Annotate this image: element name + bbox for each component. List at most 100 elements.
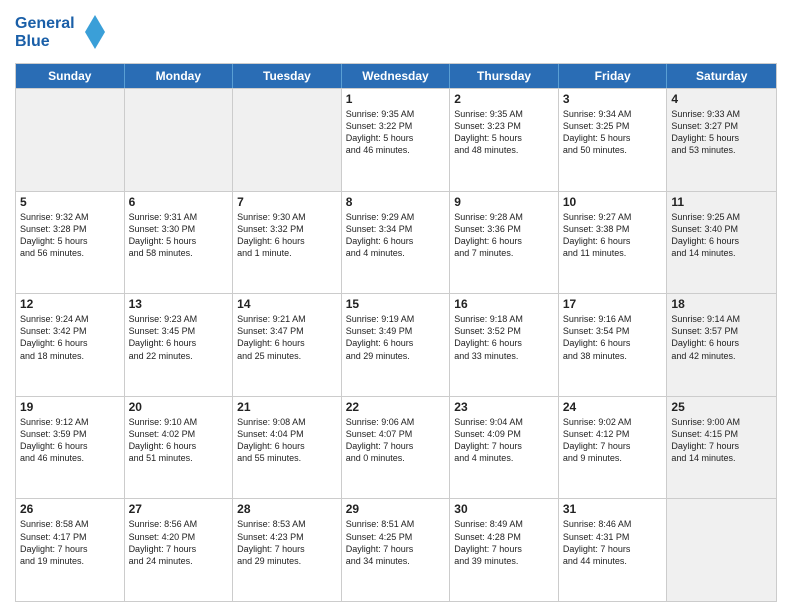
day-number: 27 [129,502,229,516]
day-info: Sunrise: 9:06 AM Sunset: 4:07 PM Dayligh… [346,416,446,465]
generalblue-logo: General Blue [15,10,105,55]
weekday-header: Tuesday [233,64,342,88]
day-info: Sunrise: 9:28 AM Sunset: 3:36 PM Dayligh… [454,211,554,260]
calendar-cell: 17 Sunrise: 9:16 AM Sunset: 3:54 PM Dayli… [559,294,668,396]
day-info: Sunrise: 9:35 AM Sunset: 3:23 PM Dayligh… [454,108,554,157]
day-info: Sunrise: 9:21 AM Sunset: 3:47 PM Dayligh… [237,313,337,362]
day-number: 31 [563,502,663,516]
calendar-cell: 30 Sunrise: 8:49 AM Sunset: 4:28 PM Dayli… [450,499,559,601]
day-info: Sunrise: 9:19 AM Sunset: 3:49 PM Dayligh… [346,313,446,362]
weekday-header: Friday [559,64,668,88]
day-info: Sunrise: 8:53 AM Sunset: 4:23 PM Dayligh… [237,518,337,567]
calendar-cell: 2 Sunrise: 9:35 AM Sunset: 3:23 PM Daylig… [450,89,559,191]
calendar-cell: 1 Sunrise: 9:35 AM Sunset: 3:22 PM Daylig… [342,89,451,191]
day-number: 9 [454,195,554,209]
calendar-cell: 20 Sunrise: 9:10 AM Sunset: 4:02 PM Dayli… [125,397,234,499]
day-info: Sunrise: 9:04 AM Sunset: 4:09 PM Dayligh… [454,416,554,465]
day-info: Sunrise: 8:51 AM Sunset: 4:25 PM Dayligh… [346,518,446,567]
calendar-header: SundayMondayTuesdayWednesdayThursdayFrid… [16,64,776,88]
day-info: Sunrise: 9:12 AM Sunset: 3:59 PM Dayligh… [20,416,120,465]
calendar-cell: 27 Sunrise: 8:56 AM Sunset: 4:20 PM Dayli… [125,499,234,601]
day-info: Sunrise: 8:49 AM Sunset: 4:28 PM Dayligh… [454,518,554,567]
day-number: 29 [346,502,446,516]
svg-text:Blue: Blue [15,33,50,50]
weekday-header: Wednesday [342,64,451,88]
day-info: Sunrise: 9:33 AM Sunset: 3:27 PM Dayligh… [671,108,772,157]
day-number: 19 [20,400,120,414]
day-info: Sunrise: 9:10 AM Sunset: 4:02 PM Dayligh… [129,416,229,465]
day-info: Sunrise: 8:58 AM Sunset: 4:17 PM Dayligh… [20,518,120,567]
calendar-row: 12Sunrise: 9:24 AM Sunset: 3:42 PM Dayli… [16,293,776,396]
day-info: Sunrise: 9:14 AM Sunset: 3:57 PM Dayligh… [671,313,772,362]
calendar-cell: 15 Sunrise: 9:19 AM Sunset: 3:49 PM Dayli… [342,294,451,396]
day-number: 11 [671,195,772,209]
day-number: 17 [563,297,663,311]
calendar-cell: 29 Sunrise: 8:51 AM Sunset: 4:25 PM Dayli… [342,499,451,601]
day-number: 20 [129,400,229,414]
day-info: Sunrise: 9:34 AM Sunset: 3:25 PM Dayligh… [563,108,663,157]
calendar-cell: 25Sunrise: 9:00 AM Sunset: 4:15 PM Dayli… [667,397,776,499]
calendar-row: 5Sunrise: 9:32 AM Sunset: 3:28 PM Daylig… [16,191,776,294]
calendar-cell: 16Sunrise: 9:18 AM Sunset: 3:52 PM Dayli… [450,294,559,396]
day-info: Sunrise: 9:27 AM Sunset: 3:38 PM Dayligh… [563,211,663,260]
day-info: Sunrise: 9:23 AM Sunset: 3:45 PM Dayligh… [129,313,229,362]
calendar-cell: 24 Sunrise: 9:02 AM Sunset: 4:12 PM Dayli… [559,397,668,499]
day-info: Sunrise: 9:35 AM Sunset: 3:22 PM Dayligh… [346,108,446,157]
calendar-cell: 14 Sunrise: 9:21 AM Sunset: 3:47 PM Dayli… [233,294,342,396]
page: General Blue SundayMondayTuesdayWednesda… [0,0,792,612]
day-number: 22 [346,400,446,414]
calendar-cell [233,89,342,191]
calendar-cell: 12Sunrise: 9:24 AM Sunset: 3:42 PM Dayli… [16,294,125,396]
day-number: 25 [671,400,772,414]
day-number: 8 [346,195,446,209]
calendar-row: 1 Sunrise: 9:35 AM Sunset: 3:22 PM Daylig… [16,88,776,191]
day-number: 23 [454,400,554,414]
day-info: Sunrise: 9:25 AM Sunset: 3:40 PM Dayligh… [671,211,772,260]
weekday-header: Monday [125,64,234,88]
day-number: 4 [671,92,772,106]
weekday-header: Saturday [667,64,776,88]
day-number: 13 [129,297,229,311]
day-info: Sunrise: 8:46 AM Sunset: 4:31 PM Dayligh… [563,518,663,567]
calendar-cell: 18Sunrise: 9:14 AM Sunset: 3:57 PM Dayli… [667,294,776,396]
header: General Blue [15,10,777,55]
calendar-cell: 13 Sunrise: 9:23 AM Sunset: 3:45 PM Dayli… [125,294,234,396]
day-info: Sunrise: 9:31 AM Sunset: 3:30 PM Dayligh… [129,211,229,260]
day-number: 7 [237,195,337,209]
calendar-cell: 10 Sunrise: 9:27 AM Sunset: 3:38 PM Dayli… [559,192,668,294]
day-number: 1 [346,92,446,106]
day-number: 15 [346,297,446,311]
calendar-cell: 8 Sunrise: 9:29 AM Sunset: 3:34 PM Daylig… [342,192,451,294]
calendar-cell [16,89,125,191]
calendar-cell: 7Sunrise: 9:30 AM Sunset: 3:32 PM Daylig… [233,192,342,294]
day-number: 6 [129,195,229,209]
logo: General Blue [15,10,105,55]
day-info: Sunrise: 8:56 AM Sunset: 4:20 PM Dayligh… [129,518,229,567]
day-number: 26 [20,502,120,516]
day-info: Sunrise: 9:32 AM Sunset: 3:28 PM Dayligh… [20,211,120,260]
day-info: Sunrise: 9:29 AM Sunset: 3:34 PM Dayligh… [346,211,446,260]
calendar-row: 19 Sunrise: 9:12 AM Sunset: 3:59 PM Dayli… [16,396,776,499]
calendar-cell: 4 Sunrise: 9:33 AM Sunset: 3:27 PM Daylig… [667,89,776,191]
day-info: Sunrise: 9:08 AM Sunset: 4:04 PM Dayligh… [237,416,337,465]
calendar-cell: 23 Sunrise: 9:04 AM Sunset: 4:09 PM Dayli… [450,397,559,499]
calendar-cell: 5Sunrise: 9:32 AM Sunset: 3:28 PM Daylig… [16,192,125,294]
weekday-header: Thursday [450,64,559,88]
calendar-cell: 9 Sunrise: 9:28 AM Sunset: 3:36 PM Daylig… [450,192,559,294]
calendar-body: 1 Sunrise: 9:35 AM Sunset: 3:22 PM Daylig… [16,88,776,601]
day-info: Sunrise: 9:24 AM Sunset: 3:42 PM Dayligh… [20,313,120,362]
day-number: 30 [454,502,554,516]
day-info: Sunrise: 9:16 AM Sunset: 3:54 PM Dayligh… [563,313,663,362]
day-number: 24 [563,400,663,414]
day-number: 2 [454,92,554,106]
calendar-cell: 11 Sunrise: 9:25 AM Sunset: 3:40 PM Dayli… [667,192,776,294]
day-info: Sunrise: 9:02 AM Sunset: 4:12 PM Dayligh… [563,416,663,465]
day-number: 28 [237,502,337,516]
calendar-cell: 19 Sunrise: 9:12 AM Sunset: 3:59 PM Dayli… [16,397,125,499]
calendar-cell [667,499,776,601]
calendar-cell [125,89,234,191]
day-number: 14 [237,297,337,311]
calendar-cell: 31 Sunrise: 8:46 AM Sunset: 4:31 PM Dayli… [559,499,668,601]
calendar-row: 26 Sunrise: 8:58 AM Sunset: 4:17 PM Dayli… [16,498,776,601]
day-number: 10 [563,195,663,209]
